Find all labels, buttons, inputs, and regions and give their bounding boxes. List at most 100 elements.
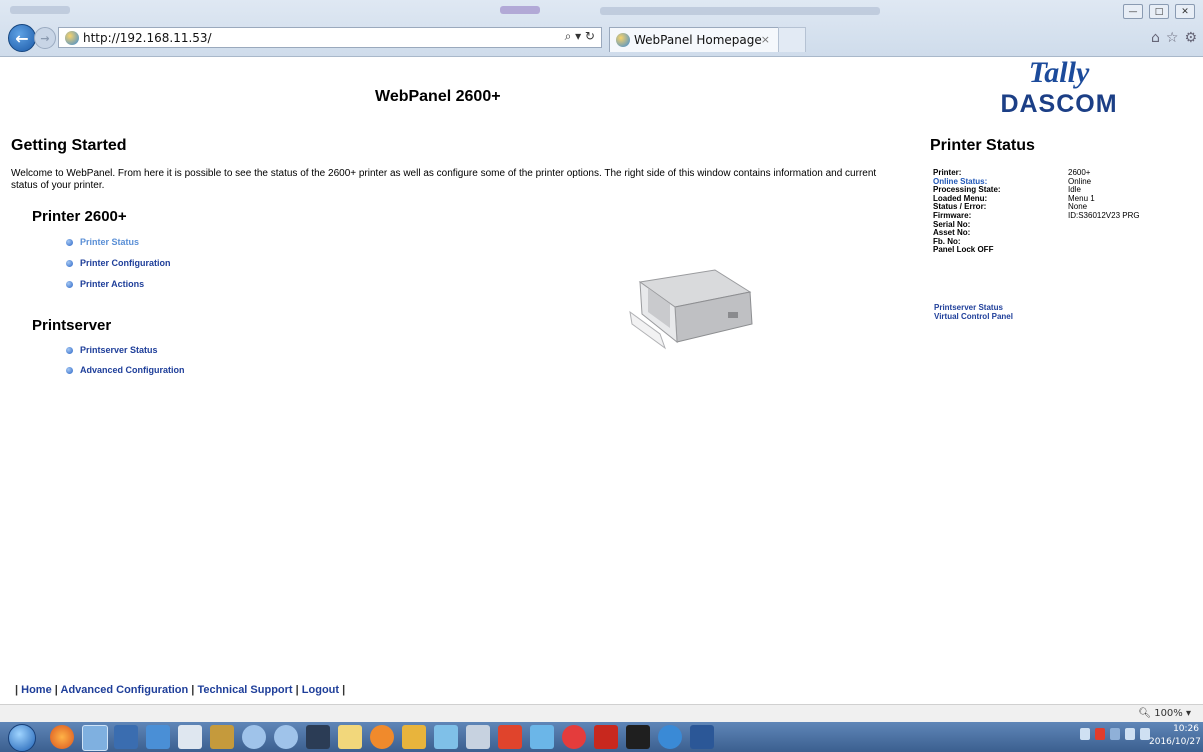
settings-gear-icon[interactable]: ⚙ [1184, 30, 1197, 46]
back-button[interactable]: ← [8, 24, 36, 52]
window-title-blurred [600, 7, 880, 15]
app-icon[interactable] [434, 725, 458, 749]
virtual-control-panel-link[interactable]: Virtual Control Panel [934, 312, 1013, 321]
tally-dascom-logo: Tally DASCOM [994, 57, 1124, 127]
minimize-button[interactable]: — [1123, 4, 1143, 19]
settings-gear-icon[interactable] [242, 725, 266, 749]
zoom-icon: 🔍︎ [1138, 708, 1155, 719]
app-icon[interactable] [562, 725, 586, 749]
clock-time: 10:26 [1173, 724, 1199, 734]
acrobat-icon[interactable] [594, 725, 618, 749]
app-icon[interactable] [498, 725, 522, 749]
tray-icon[interactable] [1080, 728, 1090, 740]
new-tab-button[interactable] [778, 27, 806, 52]
windows-taskbar: 10:26 2016/10/27 [0, 722, 1203, 752]
footer-technical-support-link[interactable]: Technical Support [197, 684, 292, 696]
firefox-icon[interactable] [50, 725, 74, 749]
welcome-text: Welcome to WebPanel. From here it is pos… [11, 168, 877, 191]
zoom-control[interactable]: 🔍︎ 100% ▾ [1138, 708, 1191, 719]
status-value [1068, 246, 1168, 255]
system-tray [1080, 728, 1150, 740]
back-arrow-icon: ← [15, 28, 29, 48]
status-label: Panel Lock OFF [933, 245, 994, 255]
printer-section-heading: Printer 2600+ [32, 208, 127, 225]
explorer-window-icon[interactable] [82, 725, 108, 751]
tab-close-icon[interactable]: × [761, 33, 770, 46]
home-icon[interactable]: ⌂ [1151, 30, 1160, 46]
zoom-level: 100% [1154, 708, 1183, 719]
footer-links: | Home | Advanced Configuration | Techni… [15, 684, 346, 696]
printer-status-table: Printer: 2600+ Online Status: Online Proce… [933, 168, 1168, 255]
logo-dascom-text: DASCOM [1000, 90, 1118, 118]
tab-title: WebPanel Homepage [634, 33, 762, 47]
browser-tools: ⌂ ☆ ⚙ [1151, 30, 1197, 46]
settings-gear-icon[interactable] [274, 725, 298, 749]
network-icon[interactable] [1125, 728, 1135, 740]
forward-arrow-icon: → [40, 31, 50, 45]
internet-explorer-icon[interactable] [658, 725, 682, 749]
start-button[interactable] [8, 724, 36, 752]
app-icon[interactable] [210, 725, 234, 749]
app-icon[interactable] [114, 725, 138, 749]
nav-label: Advanced Configuration [80, 365, 185, 375]
nav-advanced-configuration[interactable]: Advanced Configuration [66, 365, 185, 375]
favorites-star-icon[interactable]: ☆ [1166, 30, 1179, 46]
nav-label: Printserver Status [80, 345, 158, 355]
folder-icon[interactable] [338, 725, 362, 749]
close-button[interactable]: ✕ [1175, 4, 1195, 19]
getting-started-heading: Getting Started [11, 137, 127, 154]
tray-icon[interactable] [1095, 728, 1105, 740]
app-icon[interactable] [370, 725, 394, 749]
status-row: Panel Lock OFF [933, 246, 1168, 255]
bullet-icon [66, 366, 73, 374]
clock-date: 2016/10/27 [1149, 737, 1201, 747]
terminal-icon[interactable] [626, 725, 650, 749]
document-icon[interactable] [178, 725, 202, 749]
nav-label: Printer Status [80, 237, 140, 247]
nav-printer-status[interactable]: Printer Status [66, 237, 139, 247]
bullet-icon [66, 280, 73, 288]
footer-advanced-configuration-link[interactable]: Advanced Configuration [61, 684, 189, 696]
page-title: WebPanel 2600+ [375, 88, 501, 105]
bullet-icon [66, 346, 73, 354]
footer-logout-link[interactable]: Logout [302, 684, 339, 696]
app-icon[interactable] [146, 725, 170, 749]
nav-label: Printer Actions [80, 279, 145, 289]
taskbar-clock[interactable]: 10:26 2016/10/27 [1149, 723, 1201, 749]
printserver-section-heading: Printserver [32, 317, 112, 334]
nav-label: Printer Configuration [80, 258, 171, 268]
status-value [1068, 238, 1168, 247]
status-value [1068, 229, 1168, 238]
tab-webpanel-homepage[interactable]: WebPanel Homepage × [609, 27, 779, 52]
word-icon[interactable] [690, 725, 714, 749]
nav-printserver-status[interactable]: Printserver Status [66, 345, 158, 355]
app-icon[interactable] [530, 725, 554, 749]
browser-status-bar: 🔍︎ 100% ▾ [0, 704, 1203, 723]
app-icon[interactable] [466, 725, 490, 749]
printserver-status-link[interactable]: Printserver Status [934, 303, 1003, 312]
status-value: Online [1068, 176, 1092, 186]
nav-printer-actions[interactable]: Printer Actions [66, 279, 144, 289]
search-refresh-controls[interactable]: ⌕ ▾ ↻ [565, 29, 595, 44]
bullet-icon [66, 238, 73, 246]
app-icon[interactable] [306, 725, 330, 749]
bullet-icon [66, 259, 73, 267]
status-row: Asset No: [933, 229, 1168, 238]
address-bar[interactable]: http://192.168.11.53/ ⌕ ▾ ↻ [58, 27, 602, 48]
quick-access-toolbar [10, 6, 70, 14]
forward-button[interactable]: → [34, 27, 56, 49]
url-text: http://192.168.11.53/ [83, 30, 212, 45]
webpanel-page: WebPanel 2600+ Tally DASCOM Getting Star… [0, 57, 1203, 704]
browser-chrome: — □ ✕ ← → http://192.168.11.53/ ⌕ ▾ ↻ We… [0, 0, 1203, 57]
tray-icon[interactable] [1110, 728, 1120, 740]
title-bar-tab-indicator [500, 6, 540, 14]
maximize-button[interactable]: □ [1149, 4, 1169, 19]
ie-page-icon [65, 30, 79, 45]
app-icon[interactable] [402, 725, 426, 749]
footer-home-link[interactable]: Home [21, 684, 52, 696]
status-value: ID:S36012V23 PRG [1068, 210, 1140, 220]
printer-status-heading: Printer Status [930, 137, 1035, 154]
title-bar: — □ ✕ [0, 0, 1203, 20]
status-value [1068, 221, 1168, 230]
nav-printer-configuration[interactable]: Printer Configuration [66, 258, 171, 268]
